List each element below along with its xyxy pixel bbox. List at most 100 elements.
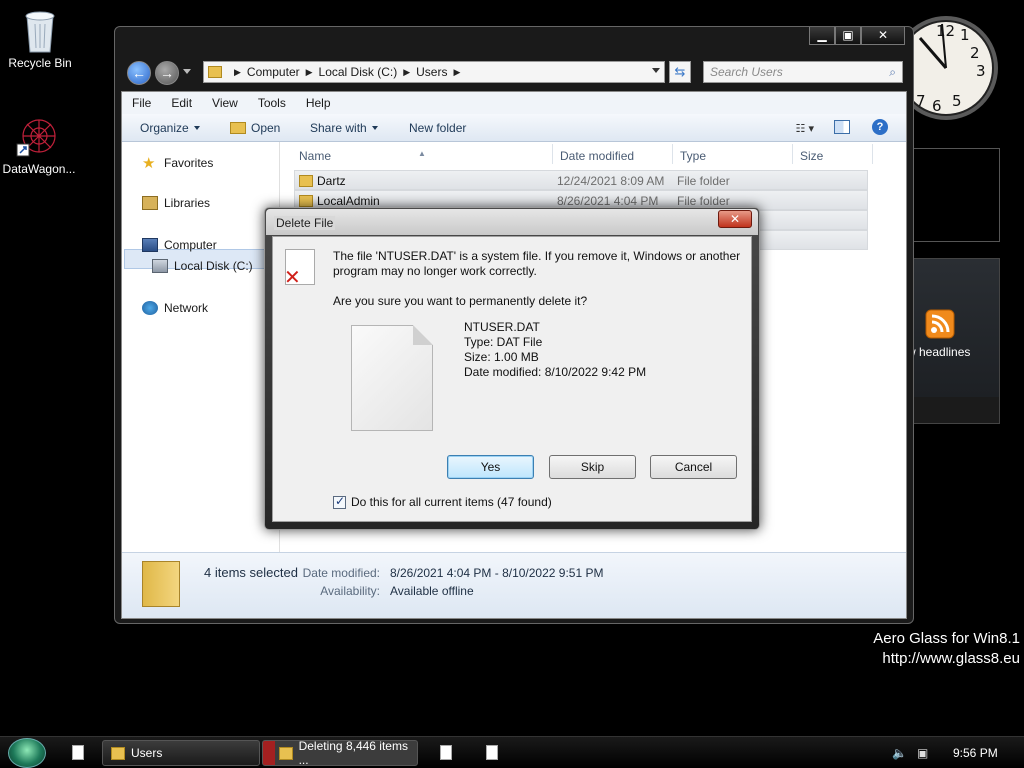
- dialog-body: ✕ The file 'NTUSER.DAT' is a system file…: [272, 236, 752, 522]
- dialog-close-button[interactable]: ✕: [718, 210, 752, 228]
- menu-help[interactable]: Help: [300, 96, 331, 110]
- breadcrumb-item-users[interactable]: Users: [416, 65, 447, 79]
- start-button[interactable]: [8, 738, 46, 768]
- menu-view[interactable]: View: [206, 96, 238, 110]
- column-header-size[interactable]: Size: [800, 149, 823, 163]
- search-input[interactable]: Search Users ⌕: [703, 61, 903, 83]
- breadcrumb-item-computer[interactable]: Computer: [247, 65, 300, 79]
- desktop-icon-label: Recycle Bin: [8, 56, 72, 70]
- apply-to-all-checkbox-row[interactable]: Do this for all current items (47 found): [333, 494, 552, 509]
- desktop-icon-label: DataWagon...: [2, 162, 76, 176]
- menu-bar: File Edit View Tools Help: [122, 92, 906, 114]
- address-dropdown-icon[interactable]: [652, 68, 660, 73]
- folder-icon: [279, 746, 293, 760]
- skip-button[interactable]: Skip: [549, 455, 636, 479]
- apply-to-all-checkbox[interactable]: [333, 494, 346, 509]
- change-view-icon[interactable]: ☷ ▾: [796, 122, 814, 135]
- libraries-icon: [142, 196, 158, 210]
- watermark-url: http://www.glass8.eu: [882, 650, 1020, 667]
- search-placeholder: Search Users: [710, 65, 783, 79]
- open-button[interactable]: Open: [230, 121, 280, 135]
- close-button[interactable]: ✕: [861, 27, 905, 45]
- chevron-right-icon: ▶: [234, 66, 241, 77]
- clock-numeral: 6: [932, 97, 942, 115]
- datawagon-app-icon: [16, 119, 56, 157]
- desktop-icon-recycle-bin[interactable]: Recycle Bin: [0, 8, 80, 70]
- recent-pages-dropdown[interactable]: [183, 69, 191, 74]
- folder-icon: [299, 175, 313, 187]
- breadcrumb: ▶ Computer ▶ Local Disk (C:) ▶ Users ▶: [228, 65, 466, 79]
- file-date: 8/26/2021 4:04 PM: [557, 194, 659, 208]
- network-icon: [142, 301, 158, 315]
- sort-ascending-icon: ▲: [418, 149, 426, 158]
- network-status-icon[interactable]: ▣: [917, 746, 928, 760]
- desktop-icon-datawagon[interactable]: DataWagon...: [0, 114, 79, 176]
- file-name: NTUSER.DAT: [464, 320, 540, 334]
- share-with-button[interactable]: Share with: [310, 121, 378, 135]
- rss-feed-icon: [925, 309, 955, 339]
- nav-item-network[interactable]: Network: [142, 301, 208, 315]
- nav-item-favorites[interactable]: ★ Favorites: [142, 154, 213, 172]
- back-button[interactable]: ←: [127, 61, 151, 85]
- forward-arrow-icon: →: [160, 65, 174, 81]
- taskbar-item-users[interactable]: Users: [102, 740, 260, 766]
- availability-value: Available offline: [390, 584, 474, 598]
- clock-numeral: 7: [916, 92, 926, 110]
- recycle-bin-icon: [25, 11, 55, 53]
- file-size: Size: 1.00 MB: [464, 350, 539, 364]
- dialog-titlebar[interactable]: Delete File ✕: [266, 209, 758, 235]
- maximize-button[interactable]: ▣: [835, 27, 861, 45]
- file-name: LocalAdmin: [317, 194, 380, 208]
- help-icon[interactable]: ?: [872, 119, 888, 135]
- column-header-name[interactable]: Name: [299, 149, 331, 163]
- clock-numeral: 5: [952, 92, 962, 110]
- refresh-button[interactable]: ⇆: [669, 61, 691, 83]
- system-file-warning-icon: ✕: [284, 249, 315, 288]
- watermark-title: Aero Glass for Win8.1: [873, 630, 1020, 647]
- new-folder-label: New folder: [409, 121, 467, 135]
- forward-button[interactable]: →: [155, 61, 179, 85]
- breadcrumb-item-local-disk[interactable]: Local Disk (C:): [319, 65, 398, 79]
- minimize-button[interactable]: ▁: [809, 27, 835, 45]
- address-bar[interactable]: ▶ Computer ▶ Local Disk (C:) ▶ Users ▶: [203, 61, 665, 83]
- open-folder-icon: [230, 122, 246, 134]
- yes-button[interactable]: Yes: [447, 455, 534, 479]
- navigation-bar: ← → ▶ Computer ▶ Local Disk (C:) ▶ Users…: [125, 59, 905, 87]
- local-disk-icon: [152, 259, 168, 273]
- clock-numeral: 12: [936, 22, 955, 40]
- nav-item-computer[interactable]: Computer: [142, 238, 217, 252]
- chevron-right-icon: ▶: [305, 66, 313, 77]
- chevron-right-icon: ▶: [453, 66, 461, 77]
- watermark: Aero Glass for Win8.1 http://www.glass8.…: [873, 629, 1020, 669]
- clock-numeral: 2: [970, 44, 980, 62]
- delete-file-dialog[interactable]: Delete File ✕ ✕ The file 'NTUSER.DAT' is…: [264, 207, 760, 530]
- taskbar-item-deleting[interactable]: Deleting 8,446 items ...: [262, 739, 418, 767]
- taskbar-clock[interactable]: 9:56 PM: [953, 746, 998, 760]
- clock-numeral: 1: [960, 26, 970, 44]
- preview-pane-icon[interactable]: [834, 120, 850, 134]
- document-icon[interactable]: [72, 745, 84, 760]
- column-header-date-modified[interactable]: Date modified: [560, 149, 634, 163]
- column-headers: ▲ Name Date modified Type Size: [280, 142, 906, 166]
- date-modified-value: 8/26/2021 4:04 PM - 8/10/2022 9:51 PM: [390, 566, 604, 580]
- document-icon[interactable]: [440, 745, 452, 760]
- menu-edit[interactable]: Edit: [165, 96, 192, 110]
- feed-headlines-gadget[interactable]: w headlines: [907, 258, 1000, 424]
- taskbar: Users Deleting 8,446 items ... 🔈 ▣ 9:56 …: [0, 736, 1024, 768]
- file-type: Type: DAT File: [464, 335, 543, 349]
- column-header-type[interactable]: Type: [680, 149, 706, 163]
- organize-label: Organize: [140, 121, 189, 135]
- menu-file[interactable]: File: [126, 96, 151, 110]
- organize-button[interactable]: Organize: [140, 121, 200, 135]
- volume-muted-icon[interactable]: 🔈: [892, 746, 907, 760]
- navigation-pane: ★ Favorites Libraries Computer Local Dis…: [122, 142, 280, 554]
- nav-item-label: Network: [164, 301, 209, 315]
- nav-item-libraries[interactable]: Libraries: [142, 196, 210, 210]
- table-row[interactable]: Dartz 12/24/2021 8:09 AM File folder: [294, 170, 868, 190]
- chevron-down-icon: [193, 126, 200, 130]
- menu-tools[interactable]: Tools: [252, 96, 286, 110]
- nav-item-local-disk[interactable]: Local Disk (C:): [152, 259, 253, 273]
- new-folder-button[interactable]: New folder: [409, 121, 466, 135]
- document-icon[interactable]: [486, 745, 498, 760]
- cancel-button[interactable]: Cancel: [650, 455, 737, 479]
